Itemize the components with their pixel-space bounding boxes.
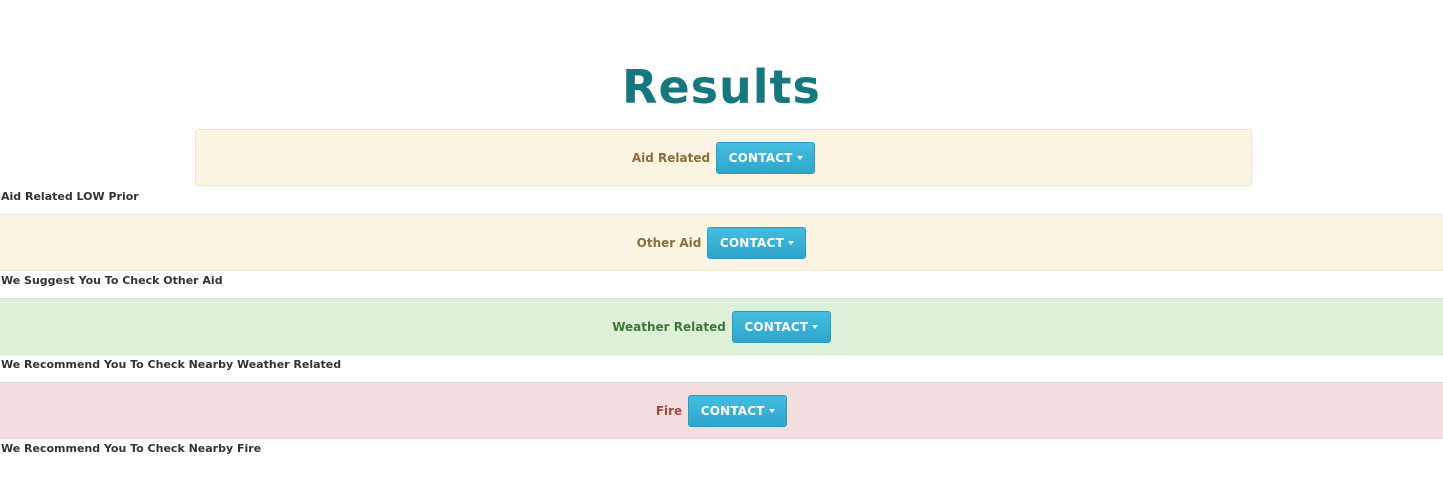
contact-dropdown-button[interactable]: CONTACT [731, 310, 831, 343]
contact-dropdown-button[interactable]: CONTACT [688, 394, 788, 427]
result-category-label: Weather Related [612, 319, 726, 334]
caret-down-icon [787, 240, 794, 245]
result-alert-aid-related: Aid Related CONTACT [195, 129, 1252, 186]
caret-down-icon [796, 155, 803, 160]
result-alert-other-aid: Other Aid CONTACT [0, 214, 1443, 271]
caret-down-icon [812, 324, 819, 329]
result-category-label: Fire [655, 403, 683, 418]
result-message: Aid Related LOW Prior [1, 190, 139, 203]
result-message: We Recommend You To Check Nearby Fire [1, 442, 262, 455]
contact-button-label: CONTACT [728, 150, 793, 165]
contact-dropdown-button[interactable]: CONTACT [716, 141, 816, 174]
results-page: Results Aid Related CONTACT Aid Related … [0, 0, 1443, 477]
result-category-label: Other Aid [636, 235, 702, 250]
contact-button-label: CONTACT [719, 235, 784, 250]
result-category-label: Aid Related [631, 150, 711, 165]
result-alert-weather-related: Weather Related CONTACT [0, 298, 1443, 355]
result-message: We Recommend You To Check Nearby Weather… [1, 358, 342, 371]
caret-down-icon [768, 408, 775, 413]
contact-button-label: CONTACT [700, 403, 765, 418]
contact-dropdown-button[interactable]: CONTACT [707, 226, 807, 259]
result-alert-fire: Fire CONTACT [0, 382, 1443, 439]
contact-button-label: CONTACT [744, 319, 809, 334]
result-message: We Suggest You To Check Other Aid [1, 274, 223, 287]
page-title: Results [622, 60, 821, 114]
